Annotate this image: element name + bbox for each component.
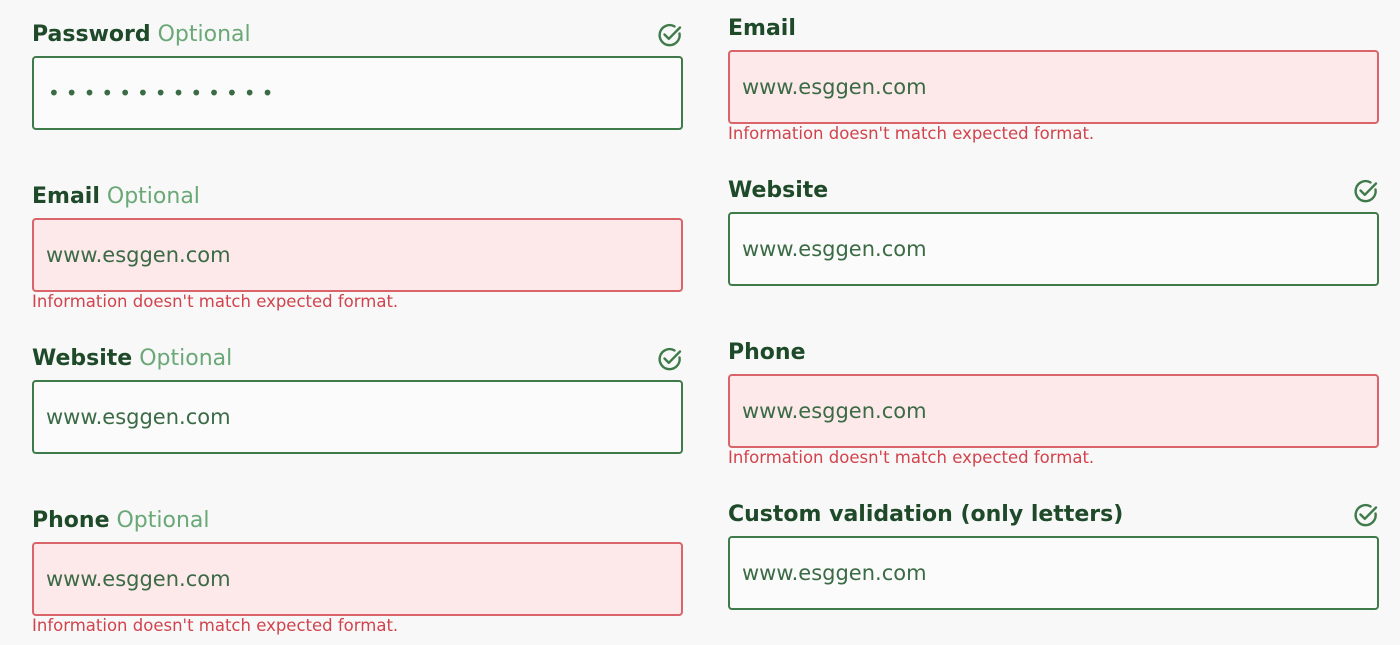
phone-optional-label-text: Phone <box>32 508 110 533</box>
email-input[interactable]: www.esggen.com <box>728 50 1379 124</box>
email-optional-label-row: Email Optional <box>32 182 683 212</box>
phone-input[interactable]: www.esggen.com <box>728 374 1379 448</box>
password-input[interactable]: ••••••••••••• <box>32 56 683 130</box>
website-input[interactable]: www.esggen.com <box>728 212 1379 286</box>
custom-validation-label-row: Custom validation (only letters) <box>728 500 1379 530</box>
email-error-message: Information doesn't match expected forma… <box>728 124 1095 143</box>
phone-label-row: Phone <box>728 338 1379 368</box>
email-optional-field-group: Email Optional www.esggen.com Information… <box>32 182 683 317</box>
website-label-row: Website <box>728 176 1379 206</box>
website-label: Website <box>728 178 829 203</box>
optional-tag: Optional <box>106 184 200 209</box>
email-optional-label: Email Optional <box>32 182 200 212</box>
custom-validation-field-group: Custom validation (only letters) www.esg… <box>728 500 1379 612</box>
email-field-group: Email www.esggen.com Information doesn't… <box>728 14 1379 149</box>
email-label: Email <box>728 16 796 41</box>
email-label-row: Email <box>728 14 1379 44</box>
website-optional-label-row: Website Optional <box>32 344 683 374</box>
check-circle-icon <box>658 347 682 371</box>
email-optional-error-message: Information doesn't match expected forma… <box>32 292 399 311</box>
website-field-group: Website www.esggen.com <box>728 176 1379 288</box>
optional-tag: Optional <box>139 346 233 371</box>
password-field-group: Password Optional ••••••••••••• <box>32 20 683 132</box>
phone-optional-field-group: Phone Optional www.esggen.com Information… <box>32 506 683 641</box>
phone-error-message: Information doesn't match expected forma… <box>728 448 1095 467</box>
password-label-text: Password <box>32 22 151 47</box>
email-optional-input[interactable]: www.esggen.com <box>32 218 683 292</box>
website-optional-label-text: Website <box>32 346 133 371</box>
phone-field-group: Phone www.esggen.com Information doesn't… <box>728 338 1379 473</box>
website-optional-input[interactable]: www.esggen.com <box>32 380 683 454</box>
website-optional-field-group: Website Optional www.esggen.com <box>32 344 683 456</box>
check-circle-icon <box>1354 503 1378 527</box>
custom-validation-input[interactable]: www.esggen.com <box>728 536 1379 610</box>
website-optional-label: Website Optional <box>32 344 232 374</box>
phone-label: Phone <box>728 340 806 365</box>
custom-validation-label: Custom validation (only letters) <box>728 502 1124 527</box>
email-optional-label-text: Email <box>32 184 100 209</box>
phone-optional-label-row: Phone Optional <box>32 506 683 536</box>
optional-tag: Optional <box>116 508 210 533</box>
check-circle-icon <box>658 23 682 47</box>
phone-optional-input[interactable]: www.esggen.com <box>32 542 683 616</box>
password-label-row: Password Optional <box>32 20 683 50</box>
password-label: Password Optional <box>32 20 251 50</box>
phone-optional-label: Phone Optional <box>32 506 210 536</box>
check-circle-icon <box>1354 179 1378 203</box>
phone-optional-error-message: Information doesn't match expected forma… <box>32 616 399 635</box>
optional-tag: Optional <box>157 22 251 47</box>
